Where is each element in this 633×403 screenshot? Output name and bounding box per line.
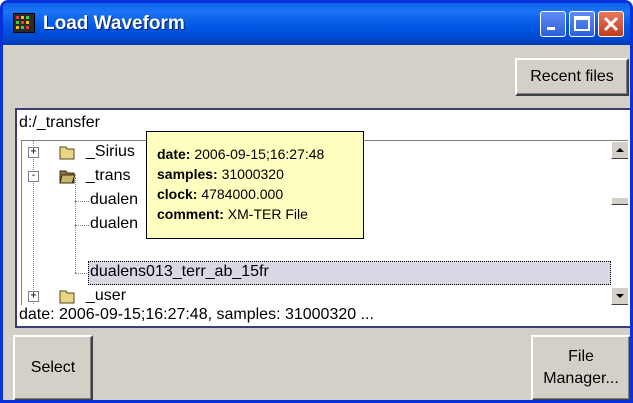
expand-icon[interactable]: + xyxy=(28,291,39,302)
open-folder-icon xyxy=(59,170,76,184)
tooltip-date-value: 2006-09-15;16:27:48 xyxy=(194,146,325,162)
scroll-thumb[interactable] xyxy=(611,197,628,205)
scroll-up-button[interactable] xyxy=(611,141,628,159)
tree-item-label: dualen xyxy=(90,215,139,232)
arrow-up-icon xyxy=(616,148,624,152)
tooltip-samples-key: samples: xyxy=(157,166,218,182)
tree-item-label: _user xyxy=(86,287,127,304)
vertical-scrollbar[interactable] xyxy=(611,141,628,305)
expand-icon[interactable]: + xyxy=(28,147,39,158)
file-manager-label-line1: File xyxy=(568,348,594,365)
tree-item[interactable]: + _user xyxy=(22,285,602,305)
tooltip-clock-key: clock: xyxy=(157,186,198,202)
folder-icon xyxy=(59,146,75,160)
tooltip-date-key: date: xyxy=(157,146,191,162)
tree-item-label: _trans xyxy=(86,167,131,184)
tooltip-comment-value: XM-TER File xyxy=(227,206,308,222)
tree-item-selected[interactable]: dualens013_terr_ab_15fr xyxy=(22,261,602,285)
title-bar[interactable]: Load Waveform xyxy=(3,3,630,45)
tooltip-clock-value: 4784000.000 xyxy=(201,186,284,202)
collapse-icon[interactable]: - xyxy=(28,171,39,182)
tooltip-samples-value: 31000320 xyxy=(221,166,284,182)
load-waveform-window: Load Waveform Recent files d:/_transfer xyxy=(0,0,633,403)
arrow-down-icon xyxy=(616,294,624,298)
tooltip-comment-key: comment: xyxy=(157,206,224,222)
file-info-tooltip: date: 2006-09-15;16:27:48 samples: 31000… xyxy=(146,131,364,239)
minimize-icon xyxy=(547,27,555,30)
recent-files-button[interactable]: Recent files xyxy=(515,58,629,96)
tooltip-comment-row: comment: XM-TER File xyxy=(157,204,353,224)
window-title: Load Waveform xyxy=(43,13,185,34)
file-info-status: date: 2006-09-15;16:27:48, samples: 3100… xyxy=(19,306,374,323)
file-manager-label-line2: Manager... xyxy=(543,370,619,387)
file-manager-button[interactable]: File Manager... xyxy=(531,335,630,400)
tooltip-date-row: date: 2006-09-15;16:27:48 xyxy=(157,144,353,164)
current-path: d:/_transfer xyxy=(19,114,100,131)
tooltip-clock-row: clock: 4784000.000 xyxy=(157,184,353,204)
tree-item-label: _Sirius xyxy=(86,143,135,160)
tree-item-label: dualen xyxy=(90,191,139,208)
folder-icon xyxy=(59,290,75,304)
minimize-button[interactable] xyxy=(540,11,566,37)
maximize-button[interactable] xyxy=(569,11,595,37)
scroll-down-button[interactable] xyxy=(611,287,628,305)
close-icon xyxy=(603,16,619,32)
tooltip-samples-row: samples: 31000320 xyxy=(157,164,353,184)
tree-item-label: dualens013_terr_ab_15fr xyxy=(90,263,269,280)
select-button[interactable]: Select xyxy=(13,335,93,400)
close-button[interactable] xyxy=(598,11,624,37)
waveform-app-icon xyxy=(13,13,35,33)
maximize-icon xyxy=(574,16,590,31)
